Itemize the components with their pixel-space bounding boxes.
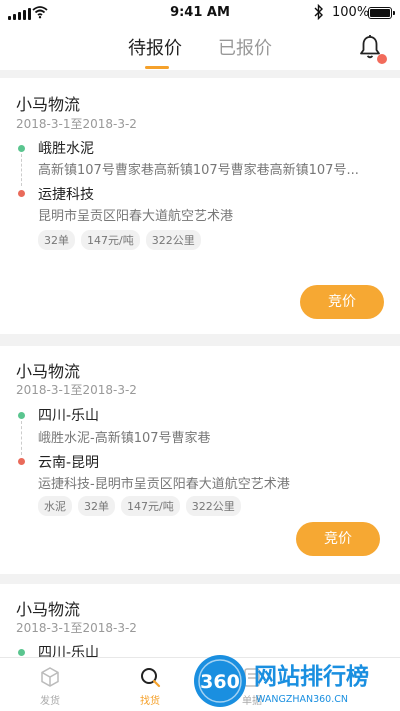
watermark-number: 360 <box>200 671 240 693</box>
tag-orders: 32单 <box>38 230 75 250</box>
battery-percent: 100% <box>332 5 370 20</box>
box-icon <box>41 667 59 687</box>
destination-pin-icon <box>18 458 25 465</box>
tag-cargo: 水泥 <box>38 496 72 516</box>
tab-quoted[interactable]: 已报价 <box>218 34 272 60</box>
date-range: 2018-3-1至2018-3-2 <box>16 117 137 131</box>
tabbar-item-ship[interactable]: 发货 <box>10 658 90 711</box>
watermark-title: 网站排行榜 <box>254 663 369 690</box>
origin-address: 峨胜水泥-高新镇107号曹家巷 <box>38 431 211 446</box>
tag-distance: 322公里 <box>145 230 201 250</box>
destination-address: 昆明市呈贡区阳春大道航空艺术港 <box>38 209 234 224</box>
search-icon <box>141 668 161 688</box>
bluetooth-icon <box>314 4 323 20</box>
active-tab-indicator <box>145 66 169 69</box>
tabbar-item-find-cargo[interactable]: 找货 <box>110 658 190 711</box>
order-tags: 水泥 32单 147元/吨 322公里 <box>38 496 241 516</box>
destination-name: 运捷科技 <box>38 187 94 203</box>
top-tabs: 待报价 已报价 <box>0 26 400 70</box>
company-name: 小马物流 <box>16 95 81 114</box>
route-line <box>21 421 22 455</box>
tag-price: 147元/吨 <box>121 496 180 516</box>
bid-button[interactable]: 竞价 <box>296 522 380 556</box>
origin-pin-icon <box>18 649 25 656</box>
origin-address: 高新镇107号曹家巷高新镇107号曹家巷高新镇107号... <box>38 163 359 178</box>
order-card[interactable]: 小马物流 2018-3-1至2018-3-2 峨胜水泥 高新镇107号曹家巷高新… <box>0 78 400 334</box>
order-card[interactable]: 小马物流 2018-3-1至2018-3-2 四川-乐山 峨胜水泥-高新镇107… <box>0 346 400 574</box>
bid-button[interactable]: 竞价 <box>300 285 384 319</box>
site-watermark-logo: 360 网站排行榜 WANGZHAN360.CN <box>194 655 369 707</box>
tag-distance: 322公里 <box>185 496 241 516</box>
date-range: 2018-3-1至2018-3-2 <box>16 621 137 635</box>
origin-pin-icon <box>18 145 25 152</box>
origin-name: 峨胜水泥 <box>38 141 94 157</box>
watermark-url: WANGZHAN360.CN <box>256 694 348 705</box>
date-range: 2018-3-1至2018-3-2 <box>16 383 137 397</box>
tabbar-label: 找货 <box>140 696 160 707</box>
tag-orders: 32单 <box>78 496 115 516</box>
route-line <box>21 154 22 186</box>
destination-pin-icon <box>18 190 25 197</box>
company-name: 小马物流 <box>16 362 81 381</box>
destination-name: 云南-昆明 <box>38 455 100 471</box>
battery-icon <box>368 7 395 19</box>
status-bar: 9:41 AM 100% <box>0 0 400 26</box>
notification-badge <box>377 54 387 64</box>
origin-pin-icon <box>18 412 25 419</box>
destination-address: 运捷科技-昆明市呈贡区阳春大道航空艺术港 <box>38 477 290 492</box>
tab-pending-quotes[interactable]: 待报价 <box>128 34 182 60</box>
order-tags: 32单 147元/吨 322公里 <box>38 230 201 250</box>
tag-price: 147元/吨 <box>81 230 140 250</box>
tabbar-label: 发货 <box>40 696 60 707</box>
company-name: 小马物流 <box>16 600 81 619</box>
origin-name: 四川-乐山 <box>38 408 100 424</box>
